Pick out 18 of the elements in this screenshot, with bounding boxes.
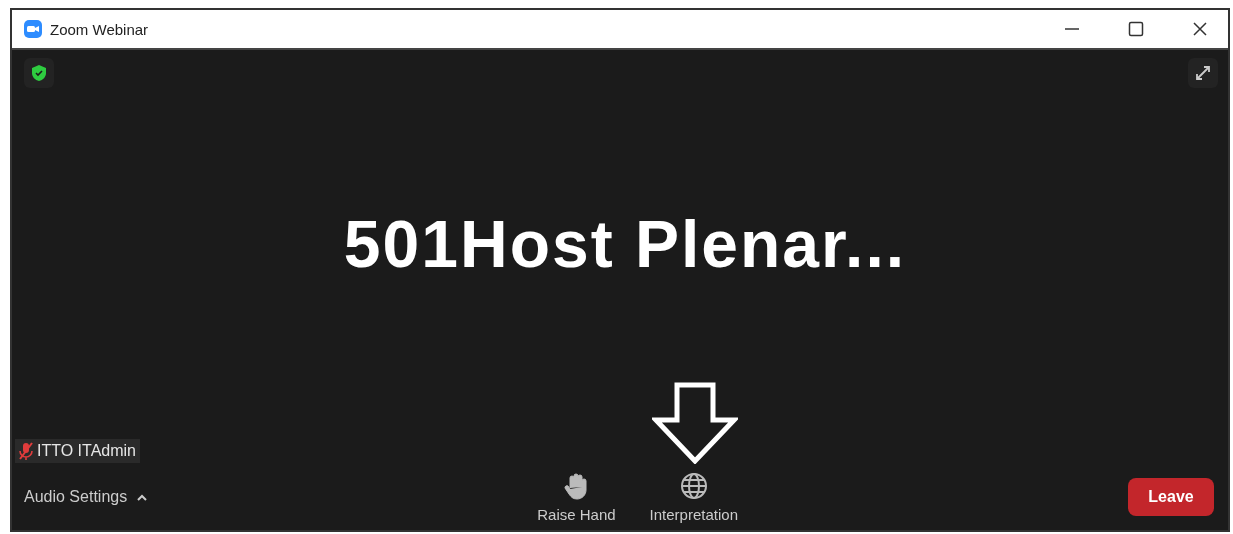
expand-icon (1194, 64, 1212, 82)
meeting-title: 501Host Plenar... (343, 205, 907, 282)
raise-hand-button[interactable]: Raise Hand (537, 471, 616, 523)
minimize-icon (1065, 28, 1079, 30)
participant-name: ITTO ITAdmin (37, 442, 136, 460)
audio-settings-button[interactable]: Audio Settings (24, 488, 148, 506)
globe-icon (679, 471, 708, 500)
leave-button[interactable]: Leave (1128, 478, 1214, 516)
caret-icon (137, 493, 148, 501)
close-icon (1192, 21, 1208, 37)
video-camera-icon (24, 20, 42, 38)
fullscreen-button[interactable] (1188, 58, 1218, 88)
interpretation-button[interactable]: Interpretation (649, 471, 738, 523)
security-shield-button[interactable] (24, 58, 54, 88)
maximize-icon (1128, 21, 1144, 37)
hand-icon (564, 471, 589, 500)
window-title: Zoom Webinar (50, 20, 150, 38)
shield-check-icon (31, 64, 47, 82)
